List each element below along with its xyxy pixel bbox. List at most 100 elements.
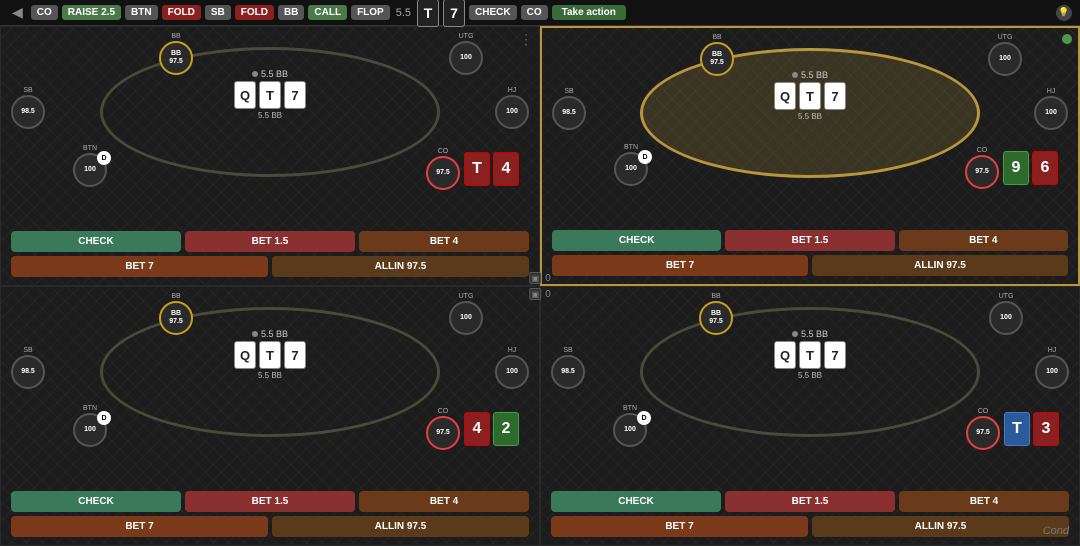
btn-row2-q2: BET 7 ALLIN 97.5	[552, 255, 1068, 276]
hero-card-q2-2: 6	[1032, 151, 1058, 185]
q1-inner: ⋮ 5.5 BB Q T 7 5.5 BB BB	[1, 27, 539, 285]
three-dots-q1[interactable]: ⋮	[519, 31, 533, 48]
allin-btn-q3[interactable]: ALLIN 97.5	[272, 516, 529, 537]
hero-card-q2-1: 9	[1003, 151, 1029, 185]
quadrant-1: ⋮ 5.5 BB Q T 7 5.5 BB BB	[0, 26, 540, 286]
bet4-btn-q2[interactable]: BET 4	[899, 230, 1068, 251]
toolbar-check-btn[interactable]: CHECK	[469, 5, 517, 20]
player-utg-q3: UTG 100	[449, 293, 483, 335]
toolbar-call-btn[interactable]: CALL	[308, 5, 347, 20]
stack-label-q3: 5.5 BB	[258, 371, 282, 380]
stack-label-q2: 5.5 BB	[798, 112, 822, 121]
quadrant-2: 5.5 BB Q T 7 5.5 BB BB BB97.5	[540, 26, 1080, 286]
allin-btn-q2[interactable]: ALLIN 97.5	[812, 255, 1068, 276]
bet15-btn-q4[interactable]: BET 1.5	[725, 491, 895, 512]
toolbar-card-t: T	[417, 0, 439, 27]
comm-card-q2-3: 7	[824, 82, 846, 110]
comm-card-q3-1: Q	[234, 341, 256, 369]
check-btn-q4[interactable]: CHECK	[551, 491, 721, 512]
avatar-co-q4: 97.5	[966, 416, 1000, 450]
hero-card-q3-1: 4	[464, 412, 490, 446]
hero-card-q1-1: T	[464, 152, 490, 186]
player-btn-q4: BTN 100 D	[613, 405, 647, 447]
toolbar-btn-btn[interactable]: BTN	[125, 5, 158, 20]
check-btn-q1[interactable]: CHECK	[11, 231, 181, 252]
player-hj-q4: HJ 100	[1035, 347, 1069, 389]
player-co-q4: CO 97.5 T 3	[966, 408, 1059, 450]
stack-label-q4: 5.5 BB	[798, 371, 822, 380]
toolbar: ◀ CO RAISE 2.5 BTN FOLD SB FOLD BB CALL …	[0, 0, 1080, 26]
community-area-q2: 5.5 BB Q T 7 5.5 BB	[774, 70, 846, 121]
toolbar-fold2-btn[interactable]: FOLD	[235, 5, 274, 20]
bet4-btn-q1[interactable]: BET 4	[359, 231, 529, 252]
pot-info-q4: 5.5 BB	[792, 329, 828, 339]
bet7-btn-q2[interactable]: BET 7	[552, 255, 808, 276]
toolbar-flop-value: 5.5	[394, 7, 413, 19]
bet4-btn-q4[interactable]: BET 4	[899, 491, 1069, 512]
toolbar-co-btn[interactable]: CO	[31, 5, 58, 20]
community-area-q1: 5.5 BB Q T 7 5.5 BB	[234, 69, 306, 120]
bet15-btn-q2[interactable]: BET 1.5	[725, 230, 894, 251]
avatar-bb-q2: BB97.5	[700, 42, 734, 76]
allin-btn-q4[interactable]: ALLIN 97.5	[812, 516, 1069, 537]
back-arrow[interactable]: ◀	[8, 4, 27, 21]
avatar-hj-q2: 100	[1034, 96, 1068, 130]
active-indicator-q2	[1062, 34, 1072, 44]
btn-row1-q3: CHECK BET 1.5 BET 4	[11, 491, 529, 512]
check-btn-q2[interactable]: CHECK	[552, 230, 721, 251]
community-area-q4: 5.5 BB Q T 7 5.5 BB	[774, 329, 846, 380]
bet4-btn-q3[interactable]: BET 4	[359, 491, 529, 512]
check-btn-q3[interactable]: CHECK	[11, 491, 181, 512]
counter-icon-2: ▣	[529, 288, 541, 300]
comm-card-q3-2: T	[259, 341, 281, 369]
allin-btn-q1[interactable]: ALLIN 97.5	[272, 256, 529, 277]
player-bb-q3: BB BB97.5	[159, 293, 193, 335]
toolbar-flop-btn[interactable]: FLOP	[351, 5, 390, 20]
avatar-sb-q3: 98.5	[11, 355, 45, 389]
avatar-utg-q4: 100	[989, 301, 1023, 335]
bet7-btn-q1[interactable]: BET 7	[11, 256, 268, 277]
q3-inner: 5.5 BB Q T 7 5.5 BB BB BB97.5	[1, 287, 539, 545]
toolbar-fold-btn[interactable]: FOLD	[162, 5, 201, 20]
toolbar-take-action-btn[interactable]: Take action	[552, 5, 626, 20]
toolbar-raise-btn[interactable]: RAISE 2.5	[62, 5, 121, 20]
avatar-bb-q1: BB97.5	[159, 41, 193, 75]
q4-inner: 5.5 BB Q T 7 5.5 BB BB BB97.5	[541, 287, 1079, 545]
player-utg-q4: UTG 100	[989, 293, 1023, 335]
comm-card-q2-1: Q	[774, 82, 796, 110]
player-hj-q1: HJ 100	[495, 87, 529, 129]
toolbar-co2-btn[interactable]: CO	[521, 5, 548, 20]
player-sb-q2: SB 98.5	[552, 88, 586, 130]
counter-icon-1: ▣	[529, 272, 541, 284]
player-bb-q2: BB BB97.5	[700, 34, 734, 76]
bulb-icon[interactable]: 💡	[1056, 5, 1072, 21]
counter-value-2: 0	[545, 289, 551, 300]
player-co-q2: CO 97.5 9 6	[965, 147, 1058, 189]
center-counter-2: ▣ 0	[529, 288, 551, 300]
avatar-co-q2: 97.5	[965, 155, 999, 189]
player-utg-q1: UTG 100	[449, 33, 483, 75]
bet15-btn-q3[interactable]: BET 1.5	[185, 491, 355, 512]
stack-label-q1: 5.5 BB	[258, 111, 282, 120]
avatar-sb-q1: 98.5	[11, 95, 45, 129]
comm-card-q2-2: T	[799, 82, 821, 110]
toolbar-card-7: 7	[443, 0, 465, 27]
community-cards-q2: Q T 7	[774, 82, 846, 110]
hero-card-q1-2: 4	[493, 152, 519, 186]
toolbar-bb-btn[interactable]: BB	[278, 5, 304, 20]
avatar-bb-q3: BB97.5	[159, 301, 193, 335]
comm-card-q1-2: T	[259, 81, 281, 109]
bet7-btn-q3[interactable]: BET 7	[11, 516, 268, 537]
action-buttons-q4: CHECK BET 1.5 BET 4 BET 7 ALLIN 97.5	[551, 491, 1069, 537]
bet15-btn-q1[interactable]: BET 1.5	[185, 231, 355, 252]
quadrant-4: 5.5 BB Q T 7 5.5 BB BB BB97.5	[540, 286, 1080, 546]
player-bb-q1: BB BB97.5	[159, 33, 193, 75]
btn-row1-q4: CHECK BET 1.5 BET 4	[551, 491, 1069, 512]
quadrant-3: 5.5 BB Q T 7 5.5 BB BB BB97.5	[0, 286, 540, 546]
community-area-q3: 5.5 BB Q T 7 5.5 BB	[234, 329, 306, 380]
avatar-utg-q1: 100	[449, 41, 483, 75]
hero-cards-q4: T 3	[1004, 412, 1059, 446]
bet7-btn-q4[interactable]: BET 7	[551, 516, 808, 537]
toolbar-sb-btn[interactable]: SB	[205, 5, 231, 20]
pot-info-q3: 5.5 BB	[252, 329, 288, 339]
